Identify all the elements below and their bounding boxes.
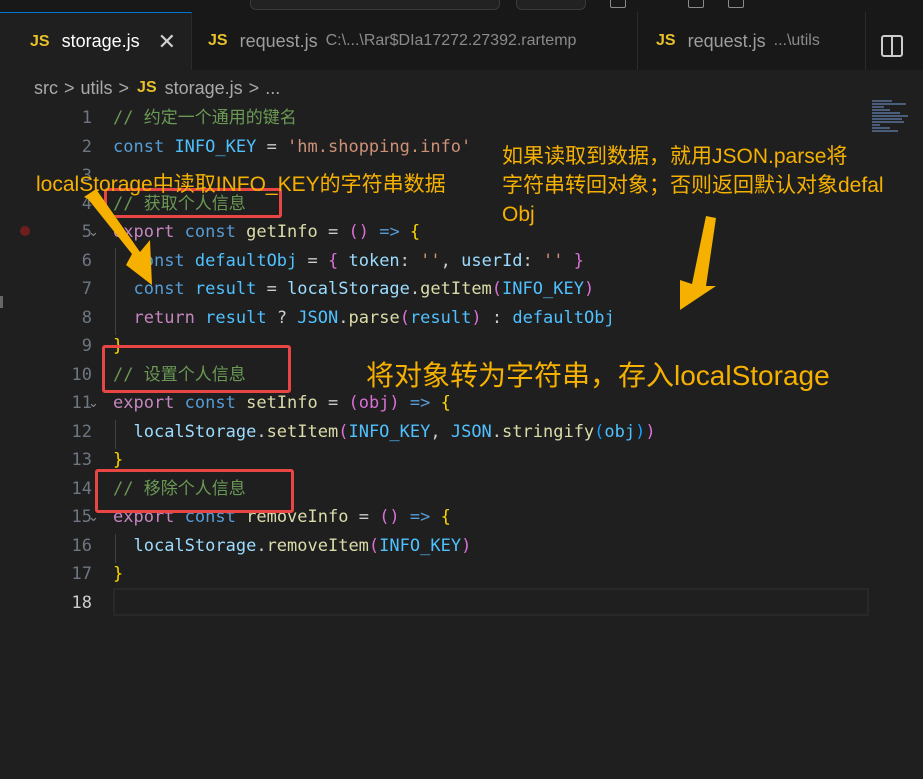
annotation-left-note: localStorage中读取INFO_KEY的字符串数据 — [36, 173, 446, 196]
annotation-right-note: 如果读取到数据，就用JSON.parse将 字符串转回对象；否则返回默认对象de… — [502, 142, 884, 229]
annotation-line: 如果读取到数据，就用JSON.parse将 — [502, 145, 848, 168]
arrow-to-getitem — [84, 189, 152, 285]
annotation-line: 字符串转回对象；否则返回默认对象defal — [502, 174, 884, 197]
arrow-to-default-obj — [680, 216, 716, 310]
annotation-middle-note: 将对象转为字符串，存入localStorage — [366, 360, 830, 391]
annotation-line: Obj — [502, 203, 535, 226]
